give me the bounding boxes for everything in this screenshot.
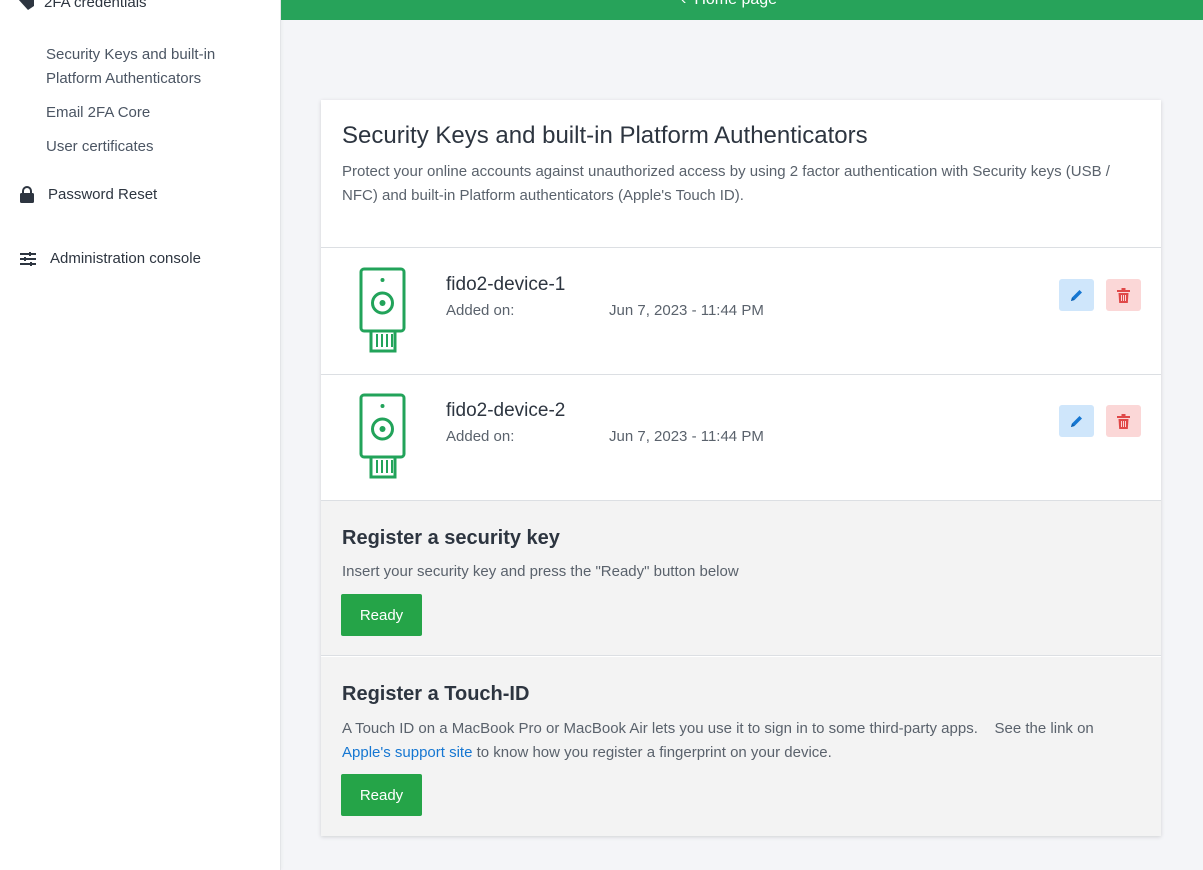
trash-icon <box>1117 413 1130 429</box>
page-title: Security Keys and built-in Platform Auth… <box>342 122 868 149</box>
pencil-icon <box>1071 415 1082 427</box>
sidebar-item-label: Administration console <box>50 250 201 267</box>
register-security-key-section: Register a security key Insert your secu… <box>321 501 1161 656</box>
security-key-icon <box>359 393 406 479</box>
sidebar-item-administration-console[interactable]: Administration console <box>20 250 201 267</box>
delete-device-button[interactable] <box>1106 405 1141 437</box>
sidebar-item-label: Platform Authenticators <box>46 70 202 87</box>
lock-icon <box>20 186 34 203</box>
register-touch-id-text: A Touch ID on a MacBook Pro or MacBook A… <box>342 717 1142 765</box>
security-keys-card: Security Keys and built-in Platform Auth… <box>321 100 1161 836</box>
edit-device-button[interactable] <box>1059 405 1094 437</box>
sidebar-section-label: 2FA credentials <box>44 0 147 11</box>
touch-id-text-before: A Touch ID on a MacBook Pro or MacBook A… <box>342 720 1094 737</box>
top-bar: ‹ Home page <box>281 0 1203 20</box>
sidebar: 2FA credentials Security Keys and built-… <box>0 0 281 870</box>
sidebar-section-2fa-credentials[interactable]: 2FA credentials <box>18 0 147 11</box>
apple-support-link[interactable]: Apple's support site <box>342 744 472 761</box>
device-name: fido2-device-1 <box>446 274 566 295</box>
tags-icon <box>19 0 34 10</box>
touch-id-text-after: to know how you register a fingerprint o… <box>472 744 832 761</box>
device-row: fido2-device-1 Added on: Jun 7, 2023 - 1… <box>321 249 1161 375</box>
device-row: fido2-device-2 Added on: Jun 7, 2023 - 1… <box>321 375 1161 501</box>
delete-device-button[interactable] <box>1106 279 1141 311</box>
home-page-label: Home page <box>694 0 777 9</box>
added-on-date: Jun 7, 2023 - 11:44 PM <box>609 428 764 445</box>
sidebar-item-label: Password Reset <box>48 186 158 203</box>
sidebar-item-email-2fa[interactable]: Email 2FA Core <box>46 101 150 125</box>
added-on-date: Jun 7, 2023 - 11:44 PM <box>609 302 764 319</box>
edit-device-button[interactable] <box>1059 279 1094 311</box>
security-key-icon <box>359 267 406 353</box>
register-touch-id-title: Register a Touch-ID <box>342 683 530 705</box>
page-description: Protect your online accounts against una… <box>342 163 1110 204</box>
register-security-key-title: Register a security key <box>342 527 560 549</box>
trash-icon <box>1117 287 1130 303</box>
register-touch-id-section: Register a Touch-ID A Touch ID on a MacB… <box>321 657 1161 836</box>
register-security-key-text: Insert your security key and press the "… <box>342 563 739 580</box>
added-on-label: Added on: <box>446 302 515 319</box>
sidebar-item-user-certificates[interactable]: User certificates <box>46 135 154 159</box>
card-header: Security Keys and built-in Platform Auth… <box>321 100 1161 248</box>
added-on-label: Added on: <box>446 428 515 445</box>
device-name: fido2-device-2 <box>446 400 566 421</box>
sidebar-item-security-keys[interactable]: Security Keys and built-in Platform Auth… <box>46 43 215 91</box>
sidebar-item-password-reset[interactable]: Password Reset <box>20 186 157 203</box>
ready-touch-id-button[interactable]: Ready <box>341 774 422 816</box>
chevron-left-icon: ‹ <box>681 0 686 9</box>
home-page-link[interactable]: ‹ Home page <box>681 0 777 9</box>
ready-security-key-button[interactable]: Ready <box>341 594 422 636</box>
sliders-icon <box>20 251 36 266</box>
sidebar-item-label: Security Keys and built-in <box>46 46 216 63</box>
pencil-icon <box>1071 289 1082 301</box>
